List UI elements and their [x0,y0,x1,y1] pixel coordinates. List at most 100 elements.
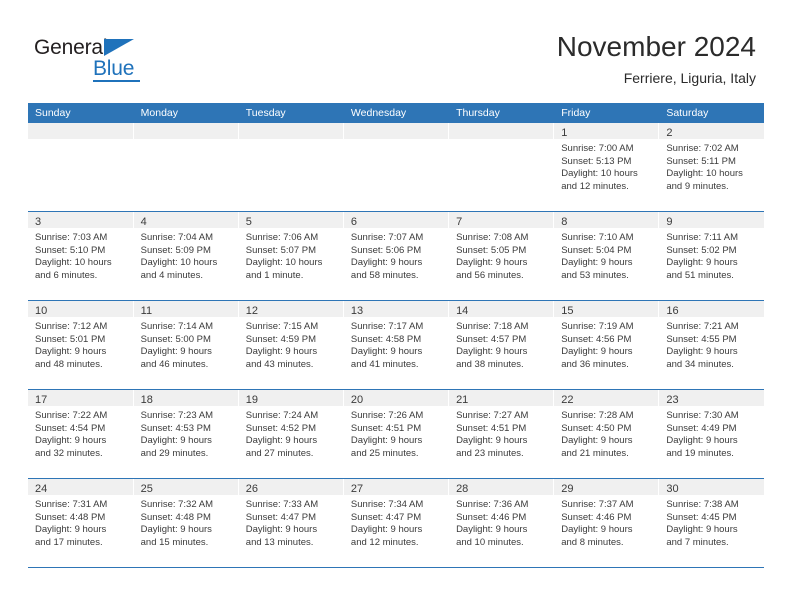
sunrise-text: Sunrise: 7:15 AM [245,321,319,332]
sunset-text: Sunset: 5:09 PM [140,244,211,256]
sunset-text: Sunset: 5:11 PM [666,155,736,167]
calendar-day-cell[interactable]: 20 Sunrise: 7:26 AM Sunset: 4:51 PM Dayligh… [343,389,450,479]
calendar-week-row: 1 Sunrise: 7:00 AM Sunset: 5:13 PM Daylight… [28,123,764,212]
daylight-text: and 58 minutes. [350,269,419,281]
calendar-day-cell[interactable]: 8 Sunrise: 7:10 AM Sunset: 5:04 PM Daylight… [553,211,660,301]
daylight-text: Daylight: 10 hours [561,168,638,180]
day-cell-content: 26 Sunrise: 7:33 AM Sunset: 4:47 PM Dayligh… [238,479,343,567]
day-number-band: 15 [554,301,659,318]
calendar-day-cell[interactable]: 25 Sunrise: 7:32 AM Sunset: 4:48 PM Dayligh… [133,478,239,568]
day-cell-content: 19 Sunrise: 7:24 AM Sunset: 4:52 PM Dayligh… [238,390,343,478]
page-header: General Blue November 2024 Ferriere, Lig… [0,0,792,100]
calendar-day-cell[interactable] [133,123,239,212]
day-number: 17 [35,394,48,406]
calendar-day-cell[interactable]: 11 Sunrise: 7:14 AM Sunset: 5:00 PM Dayligh… [133,300,239,390]
calendar-day-cell[interactable]: 7 Sunrise: 7:08 AM Sunset: 5:05 PM Daylight… [448,211,555,301]
day-details: Sunrise: 7:31 AM Sunset: 4:48 PM Daylight:… [28,496,133,549]
calendar-day-cell[interactable]: 19 Sunrise: 7:24 AM Sunset: 4:52 PM Dayligh… [238,389,344,479]
day-cell-content: 27 Sunrise: 7:34 AM Sunset: 4:47 PM Dayligh… [343,479,449,567]
daylight-text: and 10 minutes. [456,536,524,548]
day-cell-content: 1 Sunrise: 7:00 AM Sunset: 5:13 PM Daylight… [554,123,659,211]
calendar-day-cell[interactable] [28,123,134,212]
calendar-day-cell[interactable]: 3 Sunrise: 7:03 AM Sunset: 5:10 PM Daylight… [28,211,134,301]
generalblue-logo[interactable]: General Blue [34,36,164,82]
calendar-week-row: 3 Sunrise: 7:03 AM Sunset: 5:10 PM Daylight… [28,211,764,301]
calendar-day-cell[interactable]: 23 Sunrise: 7:30 AM Sunset: 4:49 PM Dayligh… [658,389,764,479]
weekday-header-tuesday: Tuesday [238,103,344,123]
day-cell-content: 13 Sunrise: 7:17 AM Sunset: 4:58 PM Dayligh… [343,301,449,389]
day-number: 7 [456,216,463,228]
day-number-band: 21 [449,390,554,407]
sunrise-text: Sunrise: 7:06 AM [245,232,319,243]
calendar-week-row: 24 Sunrise: 7:31 AM Sunset: 4:48 PM Dayligh… [28,478,764,568]
day-number-band: 25 [133,479,238,496]
day-number: 5 [245,216,252,228]
calendar-day-cell[interactable]: 21 Sunrise: 7:27 AM Sunset: 4:51 PM Dayligh… [448,389,555,479]
calendar-day-cell[interactable]: 26 Sunrise: 7:33 AM Sunset: 4:47 PM Dayligh… [238,478,344,568]
day-number: 9 [666,216,673,228]
day-number-band: 4 [133,212,238,229]
calendar-day-cell[interactable]: 13 Sunrise: 7:17 AM Sunset: 4:58 PM Dayligh… [343,300,450,390]
calendar-day-cell[interactable]: 22 Sunrise: 7:28 AM Sunset: 4:50 PM Dayligh… [553,389,660,479]
calendar-day-cell[interactable] [343,123,450,212]
calendar-day-cell[interactable]: 15 Sunrise: 7:19 AM Sunset: 4:56 PM Dayligh… [553,300,660,390]
day-number: 21 [456,394,469,406]
daylight-text: and 12 minutes. [350,536,419,548]
day-details: Sunrise: 7:32 AM Sunset: 4:48 PM Daylight:… [134,496,238,549]
calendar-day-cell[interactable] [238,123,344,212]
calendar-day-cell[interactable]: 12 Sunrise: 7:15 AM Sunset: 4:59 PM Dayligh… [238,300,344,390]
calendar-day-cell[interactable]: 2 Sunrise: 7:02 AM Sunset: 5:11 PM Daylight… [658,123,764,212]
daylight-text: and 36 minutes. [561,358,629,370]
calendar-day-cell[interactable]: 29 Sunrise: 7:37 AM Sunset: 4:46 PM Dayligh… [553,478,660,568]
day-number: 24 [35,483,48,495]
day-cell-content: 10 Sunrise: 7:12 AM Sunset: 5:01 PM Dayligh… [28,301,133,389]
sunrise-text: Sunrise: 7:32 AM [140,499,213,510]
day-number-band: 23 [659,390,764,407]
day-number-band: 6 [343,212,449,229]
month-calendar: Sunday Monday Tuesday Wednesday Thursday… [28,103,764,568]
calendar-day-cell[interactable]: 28 Sunrise: 7:36 AM Sunset: 4:46 PM Dayligh… [448,478,555,568]
calendar-day-cell[interactable]: 5 Sunrise: 7:06 AM Sunset: 5:07 PM Daylight… [238,211,344,301]
daylight-text: Daylight: 9 hours [666,524,738,536]
calendar-week-row: 10 Sunrise: 7:12 AM Sunset: 5:01 PM Dayligh… [28,300,764,390]
calendar-day-cell[interactable]: 30 Sunrise: 7:38 AM Sunset: 4:45 PM Dayligh… [658,478,764,568]
daylight-text: and 38 minutes. [456,358,524,370]
day-number: 6 [350,216,358,228]
daylight-text: and 23 minutes. [456,447,524,459]
daylight-text: and 32 minutes. [35,447,103,459]
weekday-header-row: Sunday Monday Tuesday Wednesday Thursday… [28,103,764,123]
daylight-text: and 9 minutes. [666,180,729,192]
daylight-text: Daylight: 10 hours [35,257,112,269]
daylight-text: and 27 minutes. [245,447,314,459]
daylight-text: Daylight: 9 hours [666,346,738,358]
day-details: Sunrise: 7:02 AM Sunset: 5:11 PM Daylight:… [659,140,764,193]
day-number: 19 [245,394,259,406]
daylight-text: Daylight: 9 hours [245,435,318,447]
daylight-text: Daylight: 9 hours [456,346,528,358]
day-number: 2 [666,127,673,139]
calendar-day-cell[interactable] [448,123,555,212]
daylight-text: and 12 minutes. [561,180,629,192]
calendar-day-cell[interactable]: 18 Sunrise: 7:23 AM Sunset: 4:53 PM Dayligh… [133,389,239,479]
calendar-day-cell[interactable]: 6 Sunrise: 7:07 AM Sunset: 5:06 PM Daylight… [343,211,450,301]
day-cell-content: 2 Sunrise: 7:02 AM Sunset: 5:11 PM Daylight… [659,123,764,211]
calendar-day-cell[interactable]: 4 Sunrise: 7:04 AM Sunset: 5:09 PM Daylight… [133,211,239,301]
day-cell-content [133,123,238,211]
day-number-band: 29 [554,479,659,496]
calendar-day-cell[interactable]: 16 Sunrise: 7:21 AM Sunset: 4:55 PM Dayligh… [658,300,764,390]
day-details: Sunrise: 7:28 AM Sunset: 4:50 PM Daylight:… [554,407,658,460]
calendar-day-cell[interactable]: 1 Sunrise: 7:00 AM Sunset: 5:13 PM Daylight… [553,123,660,212]
day-details: Sunrise: 7:30 AM Sunset: 4:49 PM Daylight:… [659,407,764,460]
day-details [28,140,133,143]
weekday-header-thursday: Thursday [448,103,555,123]
calendar-day-cell[interactable]: 10 Sunrise: 7:12 AM Sunset: 5:01 PM Dayligh… [28,300,134,390]
calendar-day-cell[interactable]: 27 Sunrise: 7:34 AM Sunset: 4:47 PM Dayligh… [343,478,450,568]
calendar-day-cell[interactable]: 24 Sunrise: 7:31 AM Sunset: 4:48 PM Dayligh… [28,478,134,568]
calendar-day-cell[interactable]: 14 Sunrise: 7:18 AM Sunset: 4:57 PM Dayligh… [448,300,555,390]
calendar-day-cell[interactable]: 9 Sunrise: 7:11 AM Sunset: 5:02 PM Daylight… [658,211,764,301]
calendar-day-cell[interactable]: 17 Sunrise: 7:22 AM Sunset: 4:54 PM Dayligh… [28,389,134,479]
day-details: Sunrise: 7:37 AM Sunset: 4:46 PM Daylight:… [554,496,658,549]
day-cell-content [449,123,554,211]
day-cell-content: 18 Sunrise: 7:23 AM Sunset: 4:53 PM Dayligh… [133,390,238,478]
day-details: Sunrise: 7:24 AM Sunset: 4:52 PM Daylight:… [239,407,343,460]
